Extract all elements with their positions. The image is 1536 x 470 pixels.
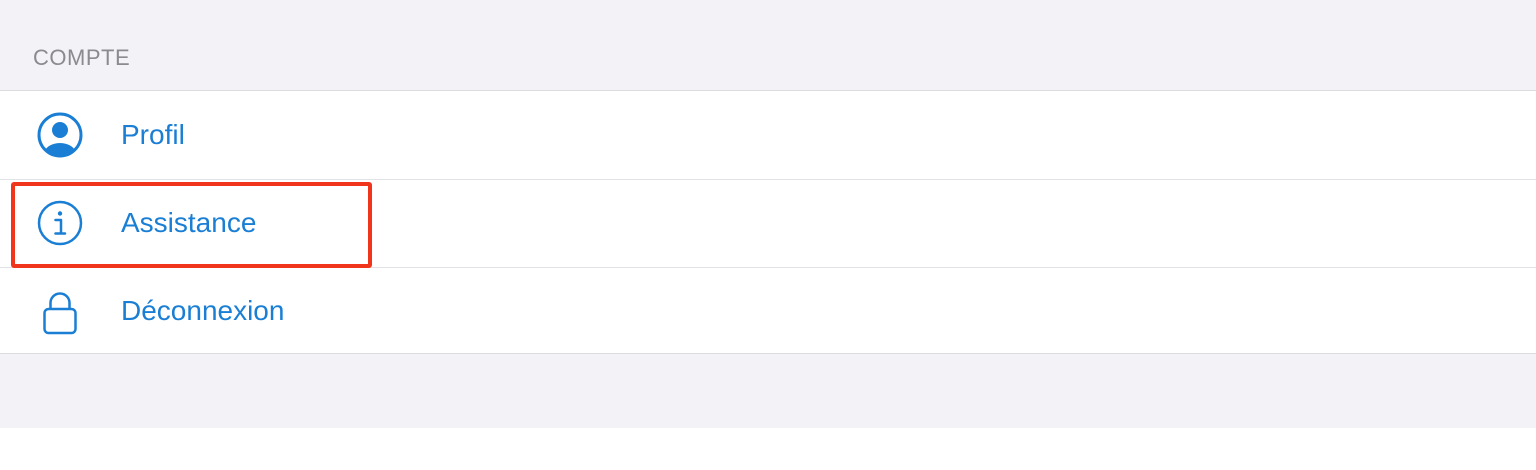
person-circle-icon xyxy=(36,111,84,159)
list-item-logout[interactable]: Déconnexion xyxy=(0,267,1536,355)
settings-screen: COMPTE Profil Assistance Déconnexion xyxy=(0,0,1536,470)
list-item-label: Assistance xyxy=(121,207,257,238)
account-list: Profil Assistance Déconnexion xyxy=(0,90,1536,354)
list-item-label: Profil xyxy=(121,119,185,150)
lock-icon xyxy=(36,287,84,335)
section-header: COMPTE xyxy=(33,45,131,70)
list-item-assistance[interactable]: Assistance xyxy=(0,179,1536,267)
info-circle-icon xyxy=(36,199,84,247)
list-item-label: Déconnexion xyxy=(121,295,285,326)
list-item-profile[interactable]: Profil xyxy=(0,91,1536,179)
